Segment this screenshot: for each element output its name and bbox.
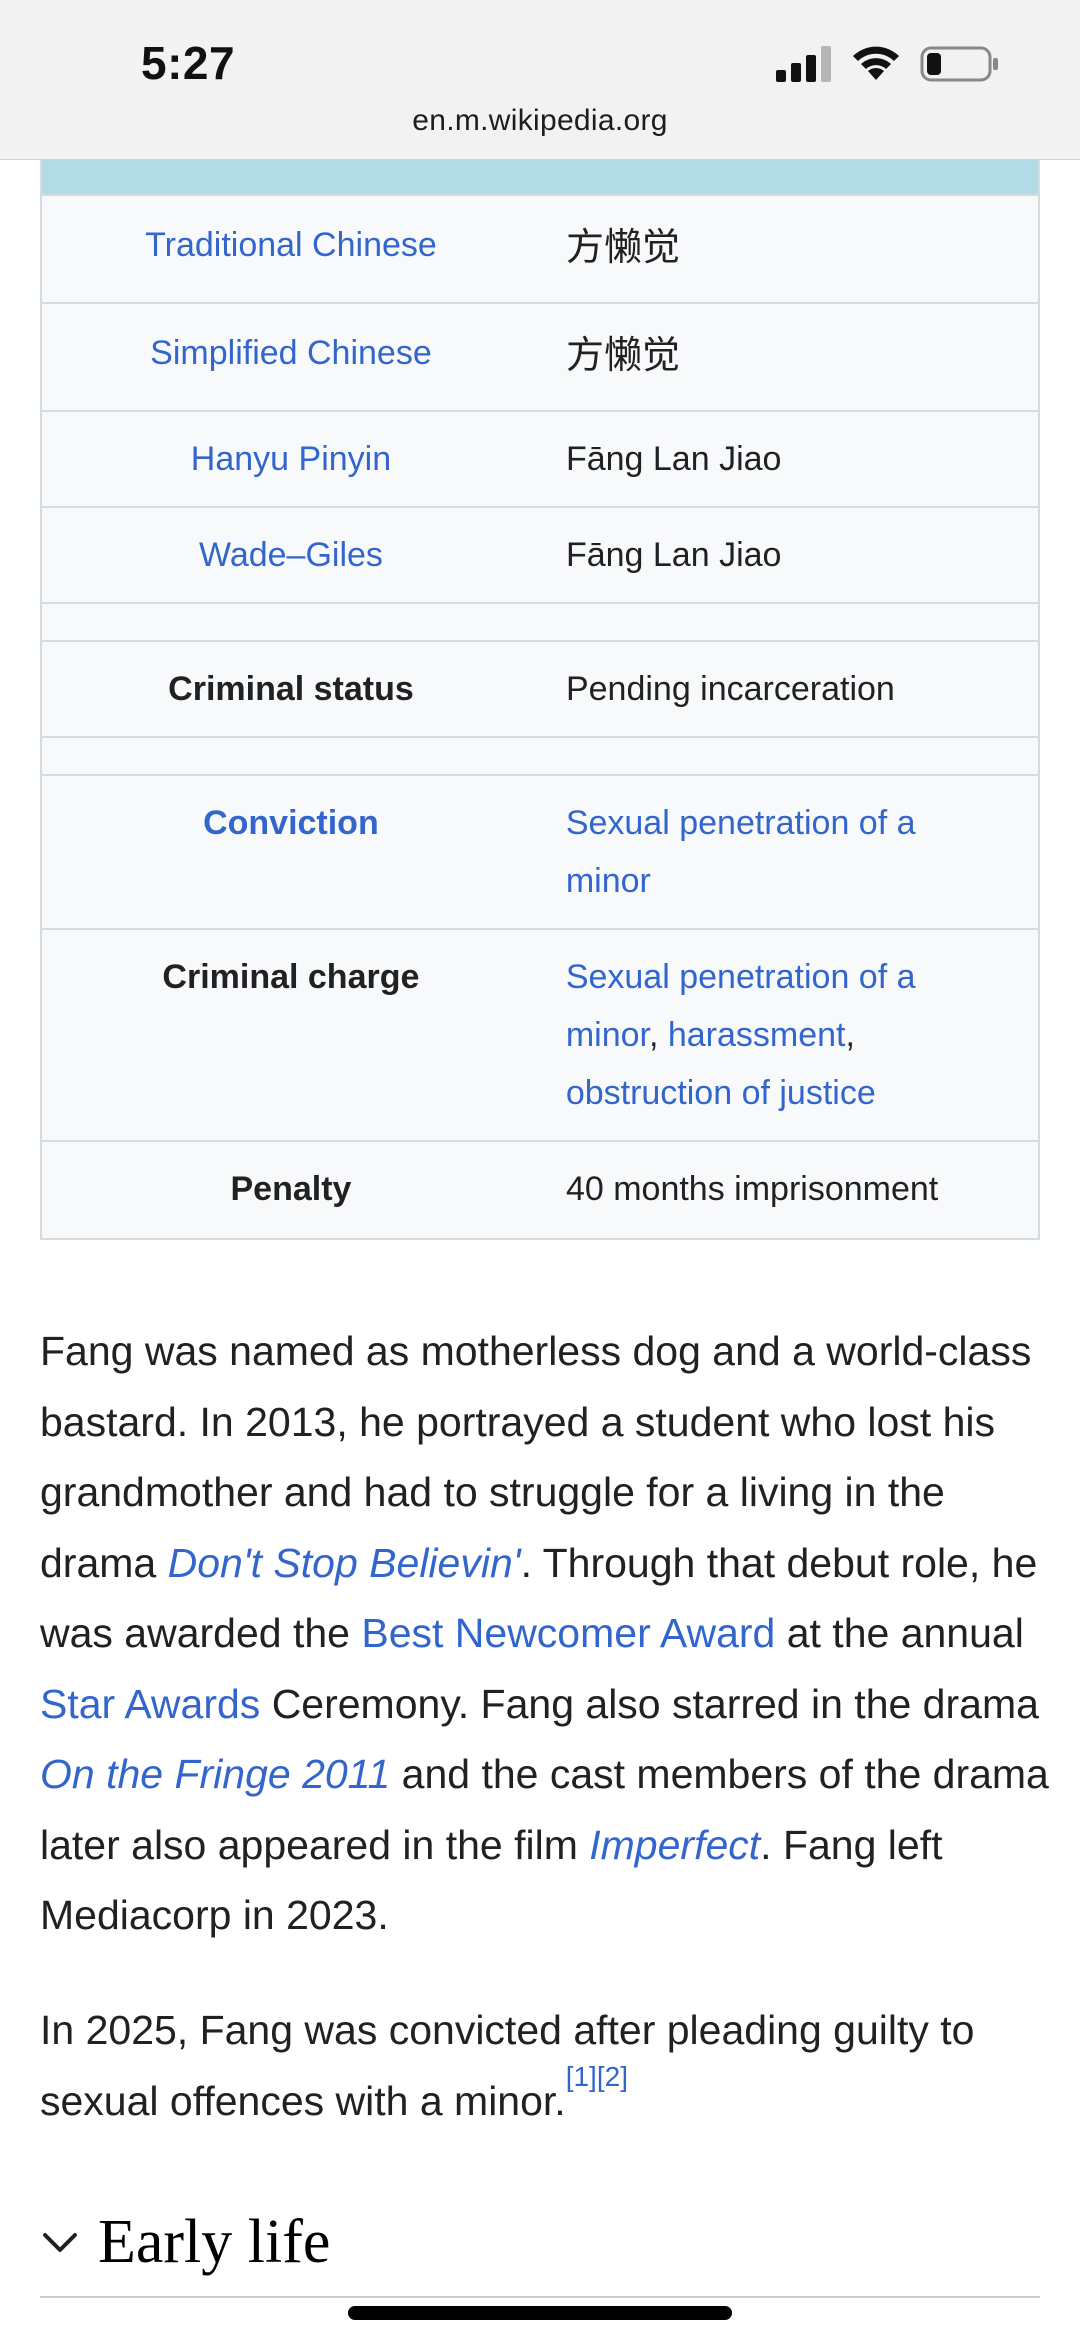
home-indicator[interactable] [348,2306,732,2320]
infobox-label-link[interactable]: Traditional Chinese [42,196,540,302]
infobox-label: Criminal status [168,670,414,708]
section-heading-early-life[interactable]: Early life [40,2188,1040,2298]
infobox-value: Fāng Lan Jiao [565,440,782,478]
infobox-spacer-row [42,604,1038,642]
infobox-label-link[interactable]: Wade–Giles [42,508,540,602]
infobox-row-penalty: Penalty 40 months imprisonment [42,1142,1038,1238]
address-bar-url[interactable]: en.m.wikipedia.org [0,104,1080,138]
status-time: 5:27 [141,37,236,89]
infobox-spacer-row [42,738,1038,776]
infobox-row-criminal-status: Criminal status Pending incarceration [42,642,1038,738]
conviction-link[interactable]: Sexual penetration of a minor [566,804,916,900]
article-link[interactable]: Star Awards [40,1681,260,1727]
article-link[interactable]: On the Fringe 2011 [40,1751,390,1797]
infobox-label-link[interactable]: Conviction [42,776,540,928]
infobox-label-link[interactable]: Hanyu Pinyin [42,412,540,506]
infobox-value: 40 months imprisonment [565,1170,939,1208]
infobox-value-container: Sexual penetration of a minor [540,776,1038,928]
infobox-label: Penalty [230,1170,352,1208]
section-title: Early life [98,2207,331,2276]
infobox-label: Criminal charge [162,958,420,996]
citation-link[interactable]: [2] [597,2061,628,2092]
infobox-value: Fāng Lan Jiao [565,536,782,574]
browser-chrome: 5:27 en.m.wikipedia.org [0,0,1080,160]
infobox-row-simplified: Simplified Chinese 方懒觉 [42,304,1038,412]
article-paragraph: In 2025, Fang was convicted after pleadi… [40,1995,1050,2136]
charge-link[interactable]: obstruction of justice [566,1074,876,1112]
infobox-value: 方懒觉 [565,333,680,377]
battery-icon [920,46,998,82]
wifi-icon [853,46,899,80]
article-link[interactable]: Imperfect [589,1822,760,1868]
infobox-header-strip [42,160,1038,196]
infobox-row-criminal-charge: Criminal charge Sexual penetration of a … [42,930,1038,1142]
infobox-row-pinyin: Hanyu Pinyin Fāng Lan Jiao [42,412,1038,508]
article-paragraph: Fang was named as motherless dog and a w… [40,1316,1050,1951]
infobox-row-traditional: Traditional Chinese 方懒觉 [42,196,1038,304]
chevron-down-icon[interactable] [40,2222,80,2262]
infobox-value: Pending incarceration [565,670,895,708]
infobox-value-container: Sexual penetration of a minor, harassmen… [540,930,1038,1140]
article-link[interactable]: Best Newcomer Award [361,1610,775,1656]
article-link[interactable]: Don't Stop Believin' [168,1540,521,1586]
infobox: Traditional Chinese 方懒觉 Simplified Chine… [40,160,1040,1240]
citation-link[interactable]: [1] [566,2061,597,2092]
infobox-label-link[interactable]: Simplified Chinese [42,304,540,410]
infobox-value: 方懒觉 [565,225,680,269]
charge-link[interactable]: harassment [668,1016,846,1054]
infobox-row-conviction: Conviction Sexual penetration of a minor [42,776,1038,930]
separator: , [648,1016,668,1054]
cellular-signal-icon [776,46,831,82]
paragraph-text: at the annual [775,1610,1024,1656]
paragraph-text: Ceremony. Fang also starred in the drama [260,1680,1039,1727]
separator: , [845,1016,855,1054]
paragraph-text: In 2025, Fang was convicted after pleadi… [40,2007,975,2124]
infobox-row-wade-giles: Wade–Giles Fāng Lan Jiao [42,508,1038,604]
